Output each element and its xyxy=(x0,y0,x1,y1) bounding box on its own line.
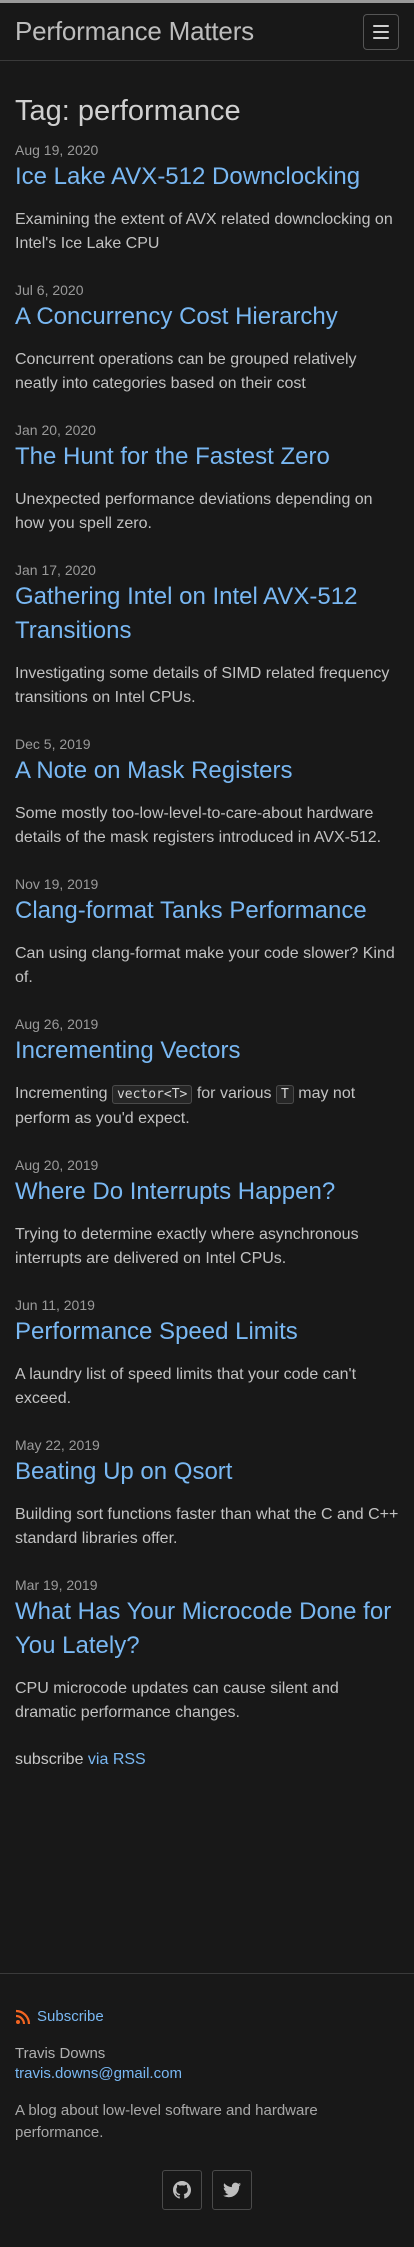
post-item: Aug 20, 2019 Where Do Interrupts Happen?… xyxy=(15,1157,399,1271)
post-item: May 22, 2019 Beating Up on Qsort Buildin… xyxy=(15,1437,399,1551)
post-date: Dec 5, 2019 xyxy=(15,736,91,752)
rss-prefix: subscribe xyxy=(15,1751,88,1768)
post-excerpt: Trying to determine exactly where asynch… xyxy=(15,1226,359,1267)
rss-icon xyxy=(15,2009,31,2024)
post-date: Aug 19, 2020 xyxy=(15,142,99,158)
post-item: Jun 11, 2019 Performance Speed Limits A … xyxy=(15,1297,399,1411)
post-title-link[interactable]: Ice Lake AVX-512 Downclocking xyxy=(15,160,399,194)
post-excerpt: Some mostly too-low-level-to-care-about … xyxy=(15,805,382,846)
post-excerpt: Building sort functions faster than what… xyxy=(15,1506,399,1547)
post-title-link[interactable]: A Note on Mask Registers xyxy=(15,754,399,788)
post-date: Aug 20, 2019 xyxy=(15,1157,99,1173)
post-excerpt: Can using clang-format make your code sl… xyxy=(15,945,395,986)
post-excerpt: CPU microcode updates can cause silent a… xyxy=(15,1680,339,1721)
twitter-icon xyxy=(223,2182,241,2198)
main-content: Tag: performance Aug 19, 2020 Ice Lake A… xyxy=(0,95,414,1769)
inline-code: vector<T> xyxy=(111,1085,193,1104)
subscribe-label: Subscribe xyxy=(37,2008,104,2025)
site-description: A blog about low-level software and hard… xyxy=(15,2102,318,2141)
post-excerpt: Examining the extent of AVX related down… xyxy=(15,211,393,252)
post-excerpt: Investigating some details of SIMD relat… xyxy=(15,665,390,706)
post-excerpt: Incrementing vector<T> for various T may… xyxy=(15,1082,399,1131)
post-date: Jun 11, 2019 xyxy=(15,1297,95,1313)
post-title-link[interactable]: What Has Your Microcode Done for You Lat… xyxy=(15,1595,399,1663)
post-item: Jan 17, 2020 Gathering Intel on Intel AV… xyxy=(15,562,399,710)
post-excerpt: Unexpected performance deviations depend… xyxy=(15,491,373,532)
twitter-link[interactable] xyxy=(212,2170,252,2210)
post-excerpt: A laundry list of speed limits that your… xyxy=(15,1366,357,1407)
inline-code: T xyxy=(275,1085,294,1104)
post-item: Mar 19, 2019 What Has Your Microcode Don… xyxy=(15,1577,399,1725)
post-title-link[interactable]: Gathering Intel on Intel AVX-512 Transit… xyxy=(15,580,399,648)
post-date: Jan 17, 2020 xyxy=(15,562,96,578)
post-date: Nov 19, 2019 xyxy=(15,876,99,892)
github-link[interactable] xyxy=(162,2170,202,2210)
menu-button[interactable] xyxy=(363,13,399,50)
excerpt-text: for various xyxy=(192,1085,276,1102)
post-item: Nov 19, 2019 Clang-format Tanks Performa… xyxy=(15,876,399,990)
post-date: May 22, 2019 xyxy=(15,1437,100,1453)
post-excerpt: Concurrent operations can be grouped rel… xyxy=(15,351,357,392)
post-date: Mar 19, 2019 xyxy=(15,1577,98,1593)
post-title-link[interactable]: A Concurrency Cost Hierarchy xyxy=(15,300,399,334)
author-email-link[interactable]: travis.downs@gmail.com xyxy=(15,2065,399,2082)
post-item: Jan 20, 2020 The Hunt for the Fastest Ze… xyxy=(15,422,399,536)
post-title-link[interactable]: Beating Up on Qsort xyxy=(15,1455,399,1489)
post-title-link[interactable]: Clang-format Tanks Performance xyxy=(15,894,399,928)
github-icon xyxy=(173,2181,191,2199)
hamburger-icon-bar xyxy=(373,36,389,39)
rss-subscribe-line: subscribe via RSS xyxy=(15,1751,399,1769)
post-title-link[interactable]: Where Do Interrupts Happen? xyxy=(15,1175,399,1209)
site-footer: Subscribe Travis Downs travis.downs@gmai… xyxy=(0,1973,414,2210)
rss-link[interactable]: via RSS xyxy=(88,1751,146,1768)
post-title-link[interactable]: Performance Speed Limits xyxy=(15,1315,399,1349)
post-title-link[interactable]: Incrementing Vectors xyxy=(15,1034,399,1068)
hamburger-icon-bar xyxy=(373,24,389,27)
post-title-link[interactable]: The Hunt for the Fastest Zero xyxy=(15,440,399,474)
post-item: Jul 6, 2020 A Concurrency Cost Hierarchy… xyxy=(15,282,399,396)
post-date: Jan 20, 2020 xyxy=(15,422,96,438)
post-date: Jul 6, 2020 xyxy=(15,282,84,298)
site-title[interactable]: Performance Matters xyxy=(15,16,254,47)
page-title: Tag: performance xyxy=(15,95,241,127)
excerpt-text: Incrementing xyxy=(15,1085,112,1102)
post-item: Dec 5, 2019 A Note on Mask Registers Som… xyxy=(15,736,399,850)
hamburger-icon-bar xyxy=(373,30,389,33)
footer-subscribe-link[interactable]: Subscribe xyxy=(15,2008,399,2025)
post-date: Aug 26, 2019 xyxy=(15,1016,99,1032)
post-item: Aug 19, 2020 Ice Lake AVX-512 Downclocki… xyxy=(15,142,399,256)
social-links xyxy=(15,2170,399,2210)
author-name: Travis Downs xyxy=(15,2045,106,2062)
post-item: Aug 26, 2019 Incrementing Vectors Increm… xyxy=(15,1016,399,1131)
site-header: Performance Matters xyxy=(0,3,414,61)
